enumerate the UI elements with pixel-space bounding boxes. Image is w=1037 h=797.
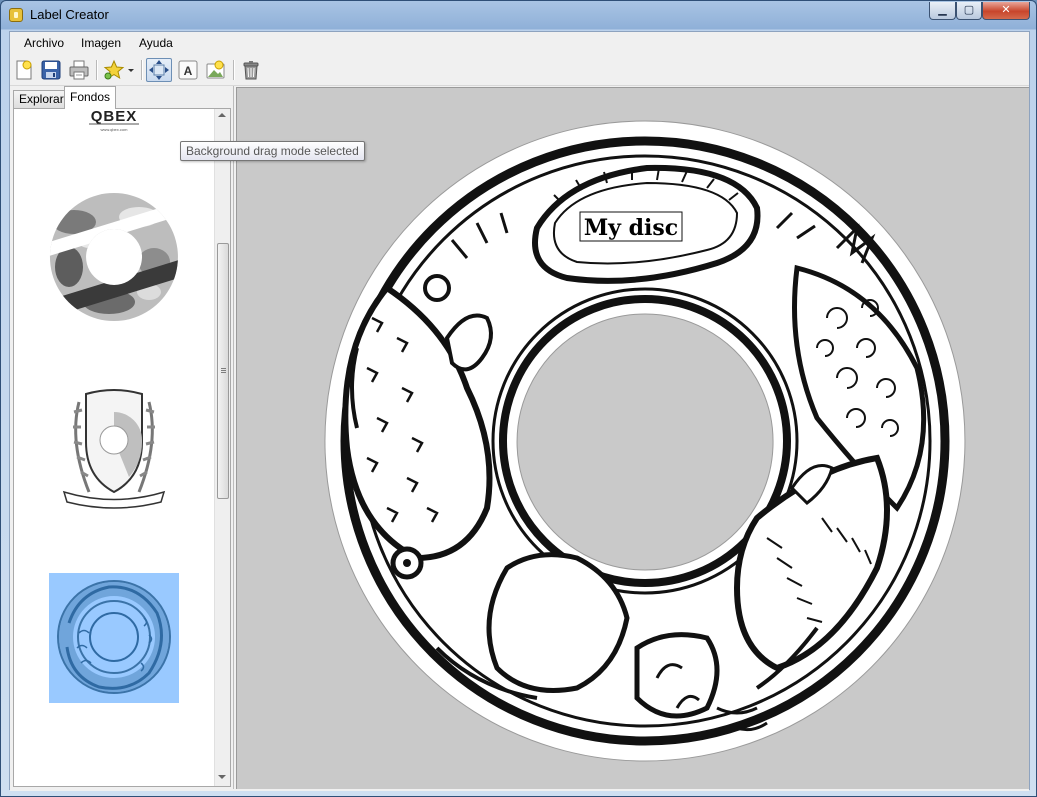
menu-archivo[interactable]: Archivo [24, 36, 64, 50]
label-canvas[interactable]: My disc [236, 87, 1029, 789]
background-drag-button[interactable] [146, 58, 172, 82]
save-button[interactable] [39, 58, 63, 82]
scroll-up-icon[interactable] [218, 113, 226, 117]
maximize-icon: ▢ [963, 3, 975, 16]
toolbar-separator [233, 60, 235, 80]
grip-line [221, 372, 226, 373]
scroll-down-icon[interactable] [218, 775, 226, 779]
app-icon [9, 8, 23, 22]
camouflage-disc-image [49, 193, 178, 321]
add-shape-dropdown[interactable] [127, 58, 137, 82]
menu-imagen[interactable]: Imagen [81, 36, 121, 50]
drag-background-icon [149, 60, 169, 80]
trash-icon [243, 61, 259, 80]
background-thumb-camouflage[interactable] [49, 192, 179, 322]
disc-preview: My disc [324, 120, 966, 762]
shield-crest-image [62, 389, 166, 509]
menu-bar: Archivo Imagen Ayuda [10, 32, 1029, 54]
background-thumb-dragon[interactable] [49, 573, 179, 703]
window-title: Label Creator [30, 7, 109, 22]
qbex-logo-image: QBEX www.qbex.com [89, 109, 139, 132]
backgrounds-list: QBEX www.qbex.com [14, 109, 214, 786]
grip-line [221, 370, 226, 371]
dropdown-arrow-icon [128, 69, 134, 72]
background-thumb-qbex[interactable]: QBEX www.qbex.com [49, 109, 179, 139]
background-thumb-shield[interactable] [49, 382, 179, 512]
add-image-button[interactable] [204, 58, 228, 82]
title-bar[interactable]: Label Creator ▁ ▢ ✕ [1, 1, 1036, 30]
minimize-button[interactable]: ▁ [929, 2, 956, 20]
new-button[interactable] [12, 58, 36, 82]
save-icon [41, 60, 61, 80]
status-strip [10, 789, 1029, 791]
svg-text:QBEX: QBEX [91, 109, 138, 125]
app-window: Label Creator ▁ ▢ ✕ Archivo Imagen Ayuda [0, 0, 1037, 797]
add-shape-button[interactable] [102, 58, 126, 82]
add-image-icon [206, 60, 225, 79]
text-tool-icon: A [178, 60, 198, 80]
grip-line [221, 368, 226, 369]
toolbar: A [10, 55, 1029, 86]
maximize-button[interactable]: ▢ [956, 2, 982, 20]
toolbar-separator [141, 60, 143, 80]
toolbar-separator [96, 60, 98, 80]
menu-ayuda[interactable]: Ayuda [139, 36, 173, 50]
print-button[interactable] [67, 58, 91, 82]
scrollbar-thumb[interactable] [217, 243, 229, 499]
tab-fondos[interactable]: Fondos [64, 86, 117, 109]
close-button[interactable]: ✕ [982, 2, 1030, 20]
tab-explorar[interactable]: Explorar [13, 90, 70, 108]
text-mode-button[interactable]: A [176, 58, 200, 82]
add-star-icon [103, 59, 125, 80]
new-document-icon [16, 60, 32, 80]
backgrounds-panel: QBEX www.qbex.com [13, 108, 231, 787]
svg-text:www.qbex.com: www.qbex.com [101, 127, 129, 132]
vertical-scrollbar[interactable] [214, 109, 230, 786]
dragon-ring-image [57, 580, 171, 694]
print-icon [69, 60, 89, 80]
disc-title-text: My disc [584, 215, 678, 241]
close-icon: ✕ [1001, 3, 1011, 16]
toolbar-tooltip: Background drag mode selected [180, 141, 365, 161]
svg-text:A: A [184, 64, 193, 78]
minimize-icon: ▁ [938, 3, 947, 16]
client-area: Archivo Imagen Ayuda A Explorar Fondos Q… [9, 31, 1030, 791]
delete-button[interactable] [239, 58, 263, 82]
